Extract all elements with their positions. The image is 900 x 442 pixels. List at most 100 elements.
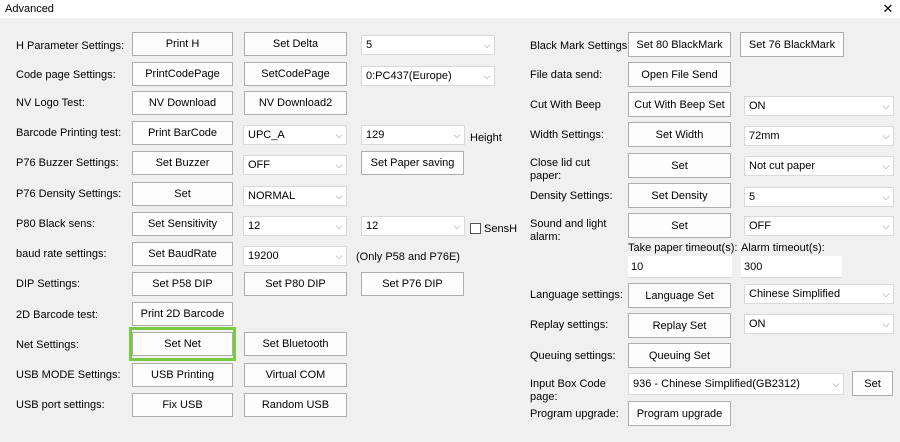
advanced-dialog: Advanced ✕ H Parameter Settings: Code pa…	[0, 0, 900, 442]
set-76-blackmark-button[interactable]: Set 76 BlackMark	[740, 32, 844, 57]
baudrate-value: 19200	[248, 250, 279, 262]
sensitivity-select-2[interactable]: 12 ⌵	[361, 216, 465, 236]
chevron-down-icon: ⌵	[882, 220, 890, 231]
sensh-checkbox[interactable]	[470, 223, 481, 234]
set-p80-dip-button[interactable]: Set P80 DIP	[244, 272, 347, 296]
language-select[interactable]: Chinese Simplified ⌵	[744, 284, 894, 304]
label-baud-rate: baud rate settings:	[16, 248, 107, 260]
chevron-down-icon: ⌵	[335, 220, 343, 231]
set-p58-dip-button[interactable]: Set P58 DIP	[132, 272, 233, 296]
label-p80-black-sens: P80 Black sens:	[16, 218, 95, 230]
set-input-codepage-button[interactable]: Set	[852, 371, 893, 396]
cut-with-beep-set-button[interactable]: Cut With Beep Set	[628, 92, 731, 117]
close-lid-select[interactable]: Not cut paper ⌵	[744, 156, 894, 176]
chevron-down-icon: ⌵	[882, 100, 890, 111]
buzzer-value: OFF	[248, 159, 270, 171]
chevron-down-icon: ⌵	[453, 220, 461, 231]
label-replay: Replay settings:	[530, 319, 609, 331]
take-paper-timeout-input[interactable]: 10	[628, 256, 732, 278]
density-value: 5	[749, 191, 756, 203]
label-take-paper-timeout: Take paper timeout(s):	[628, 242, 738, 254]
baudrate-select[interactable]: 19200 ⌵	[243, 246, 347, 266]
print-barcode-button[interactable]: Print BarCode	[132, 121, 233, 145]
set-close-lid-button[interactable]: Set	[628, 153, 731, 178]
width-select[interactable]: 72mm ⌵	[744, 126, 894, 146]
sensitivity-value-2: 12	[366, 220, 379, 232]
chevron-down-icon: ⌵	[335, 129, 343, 140]
label-dip: DIP Settings:	[16, 278, 80, 290]
print-2d-barcode-button[interactable]: Print 2D Barcode	[132, 302, 233, 326]
label-queuing: Queuing settings:	[530, 350, 616, 362]
print-codepage-button[interactable]: PrintCodePage	[132, 62, 233, 86]
set-paper-saving-button[interactable]: Set Paper saving	[361, 151, 464, 175]
label-input-box-codepage: Input Box Code page:	[530, 378, 606, 403]
label-usb-port: USB port settings:	[16, 399, 105, 411]
chevron-down-icon: ⌵	[882, 130, 890, 141]
codepage-value: 0:PC437(Europe)	[366, 70, 452, 82]
density-select[interactable]: 5 ⌵	[744, 187, 894, 207]
chevron-down-icon: ⌵	[483, 39, 491, 50]
virtual-com-button[interactable]: Virtual COM	[244, 363, 347, 387]
set-sound-light-button[interactable]: Set	[628, 213, 731, 238]
buzzer-select[interactable]: OFF ⌵	[243, 155, 347, 175]
sound-light-value: OFF	[749, 220, 771, 232]
input-codepage-select[interactable]: 936 - Chinese Simplified(GB2312) ⌵	[628, 373, 844, 395]
set-80-blackmark-button[interactable]: Set 80 BlackMark	[628, 32, 731, 57]
queuing-set-button[interactable]: Queuing Set	[628, 343, 731, 368]
set-width-button[interactable]: Set Width	[628, 122, 731, 147]
sensitivity-value-1: 12	[248, 220, 261, 232]
baud-note: (Only P58 and P76E)	[356, 251, 460, 263]
close-icon[interactable]: ✕	[880, 0, 896, 18]
label-h-parameter: H Parameter Settings:	[16, 40, 125, 52]
open-file-send-button[interactable]: Open File Send	[628, 62, 731, 87]
label-p76-density: P76 Density Settings:	[16, 188, 122, 200]
set-p76-dip-button[interactable]: Set P76 DIP	[361, 272, 464, 296]
nv-download-button[interactable]: NV Download	[132, 91, 233, 115]
sensitivity-select-1[interactable]: 12 ⌵	[243, 216, 347, 236]
cut-with-beep-select[interactable]: ON ⌵	[744, 96, 894, 116]
barcode-type-select[interactable]: UPC_A ⌵	[243, 125, 347, 145]
label-usb-mode: USB MODE Settings:	[16, 369, 121, 381]
set-codepage-button[interactable]: SetCodePage	[244, 62, 347, 86]
random-usb-button[interactable]: Random USB	[244, 393, 347, 417]
label-program-upgrade: Program upgrade:	[530, 408, 619, 420]
set-sensitivity-button[interactable]: Set Sensitivity	[132, 212, 233, 236]
set-density-button[interactable]: Set Density	[628, 183, 731, 208]
set-buzzer-button[interactable]: Set Buzzer	[132, 151, 233, 175]
set-p76-density-button[interactable]: Set	[132, 182, 233, 206]
alarm-timeout-input[interactable]: 300	[741, 256, 842, 278]
usb-printing-button[interactable]: USB Printing	[132, 363, 233, 387]
input-codepage-value: 936 - Chinese Simplified(GB2312)	[633, 378, 800, 390]
barcode-height-select[interactable]: 129 ⌵	[361, 125, 465, 145]
label-alarm-timeout: Alarm timeout(s):	[741, 242, 825, 254]
focus-highlight	[129, 327, 236, 361]
label-height: Height	[470, 132, 502, 144]
label-density: Density Settings:	[530, 190, 613, 202]
language-value: Chinese Simplified	[749, 288, 841, 300]
program-upgrade-button[interactable]: Program upgrade	[628, 401, 731, 426]
language-set-button[interactable]: Language Set	[628, 283, 731, 308]
chevron-down-icon: ⌵	[335, 190, 343, 201]
print-h-button[interactable]: Print H	[132, 32, 233, 56]
replay-select[interactable]: ON ⌵	[744, 314, 894, 334]
title-bar: Advanced ✕	[0, 0, 900, 18]
sound-light-select[interactable]: OFF ⌵	[744, 216, 894, 236]
set-baudrate-button[interactable]: Set BaudRate	[132, 242, 233, 266]
p76-density-select[interactable]: NORMAL ⌵	[243, 186, 347, 206]
label-nv-logo: NV Logo Test:	[16, 97, 85, 109]
label-net: Net Settings:	[16, 339, 79, 351]
label-cut-with-beep: Cut With Beep	[530, 99, 601, 111]
fix-usb-button[interactable]: Fix USB	[132, 393, 233, 417]
set-bluetooth-button[interactable]: Set Bluetooth	[244, 332, 347, 356]
label-sensh: SensH	[484, 223, 518, 235]
h-parameter-value: 5	[366, 39, 373, 51]
barcode-height-value: 129	[366, 129, 385, 141]
replay-set-button[interactable]: Replay Set	[628, 313, 731, 338]
chevron-down-icon: ⌵	[483, 70, 491, 81]
h-parameter-select[interactable]: 5 ⌵	[361, 35, 495, 55]
label-p76-buzzer: P76 Buzzer Settings:	[16, 157, 119, 169]
codepage-select[interactable]: 0:PC437(Europe) ⌵	[361, 66, 495, 86]
nv-download2-button[interactable]: NV Download2	[244, 91, 347, 115]
label-close-lid: Close lid cut paper:	[530, 157, 590, 182]
set-delta-button[interactable]: Set Delta	[244, 32, 347, 56]
